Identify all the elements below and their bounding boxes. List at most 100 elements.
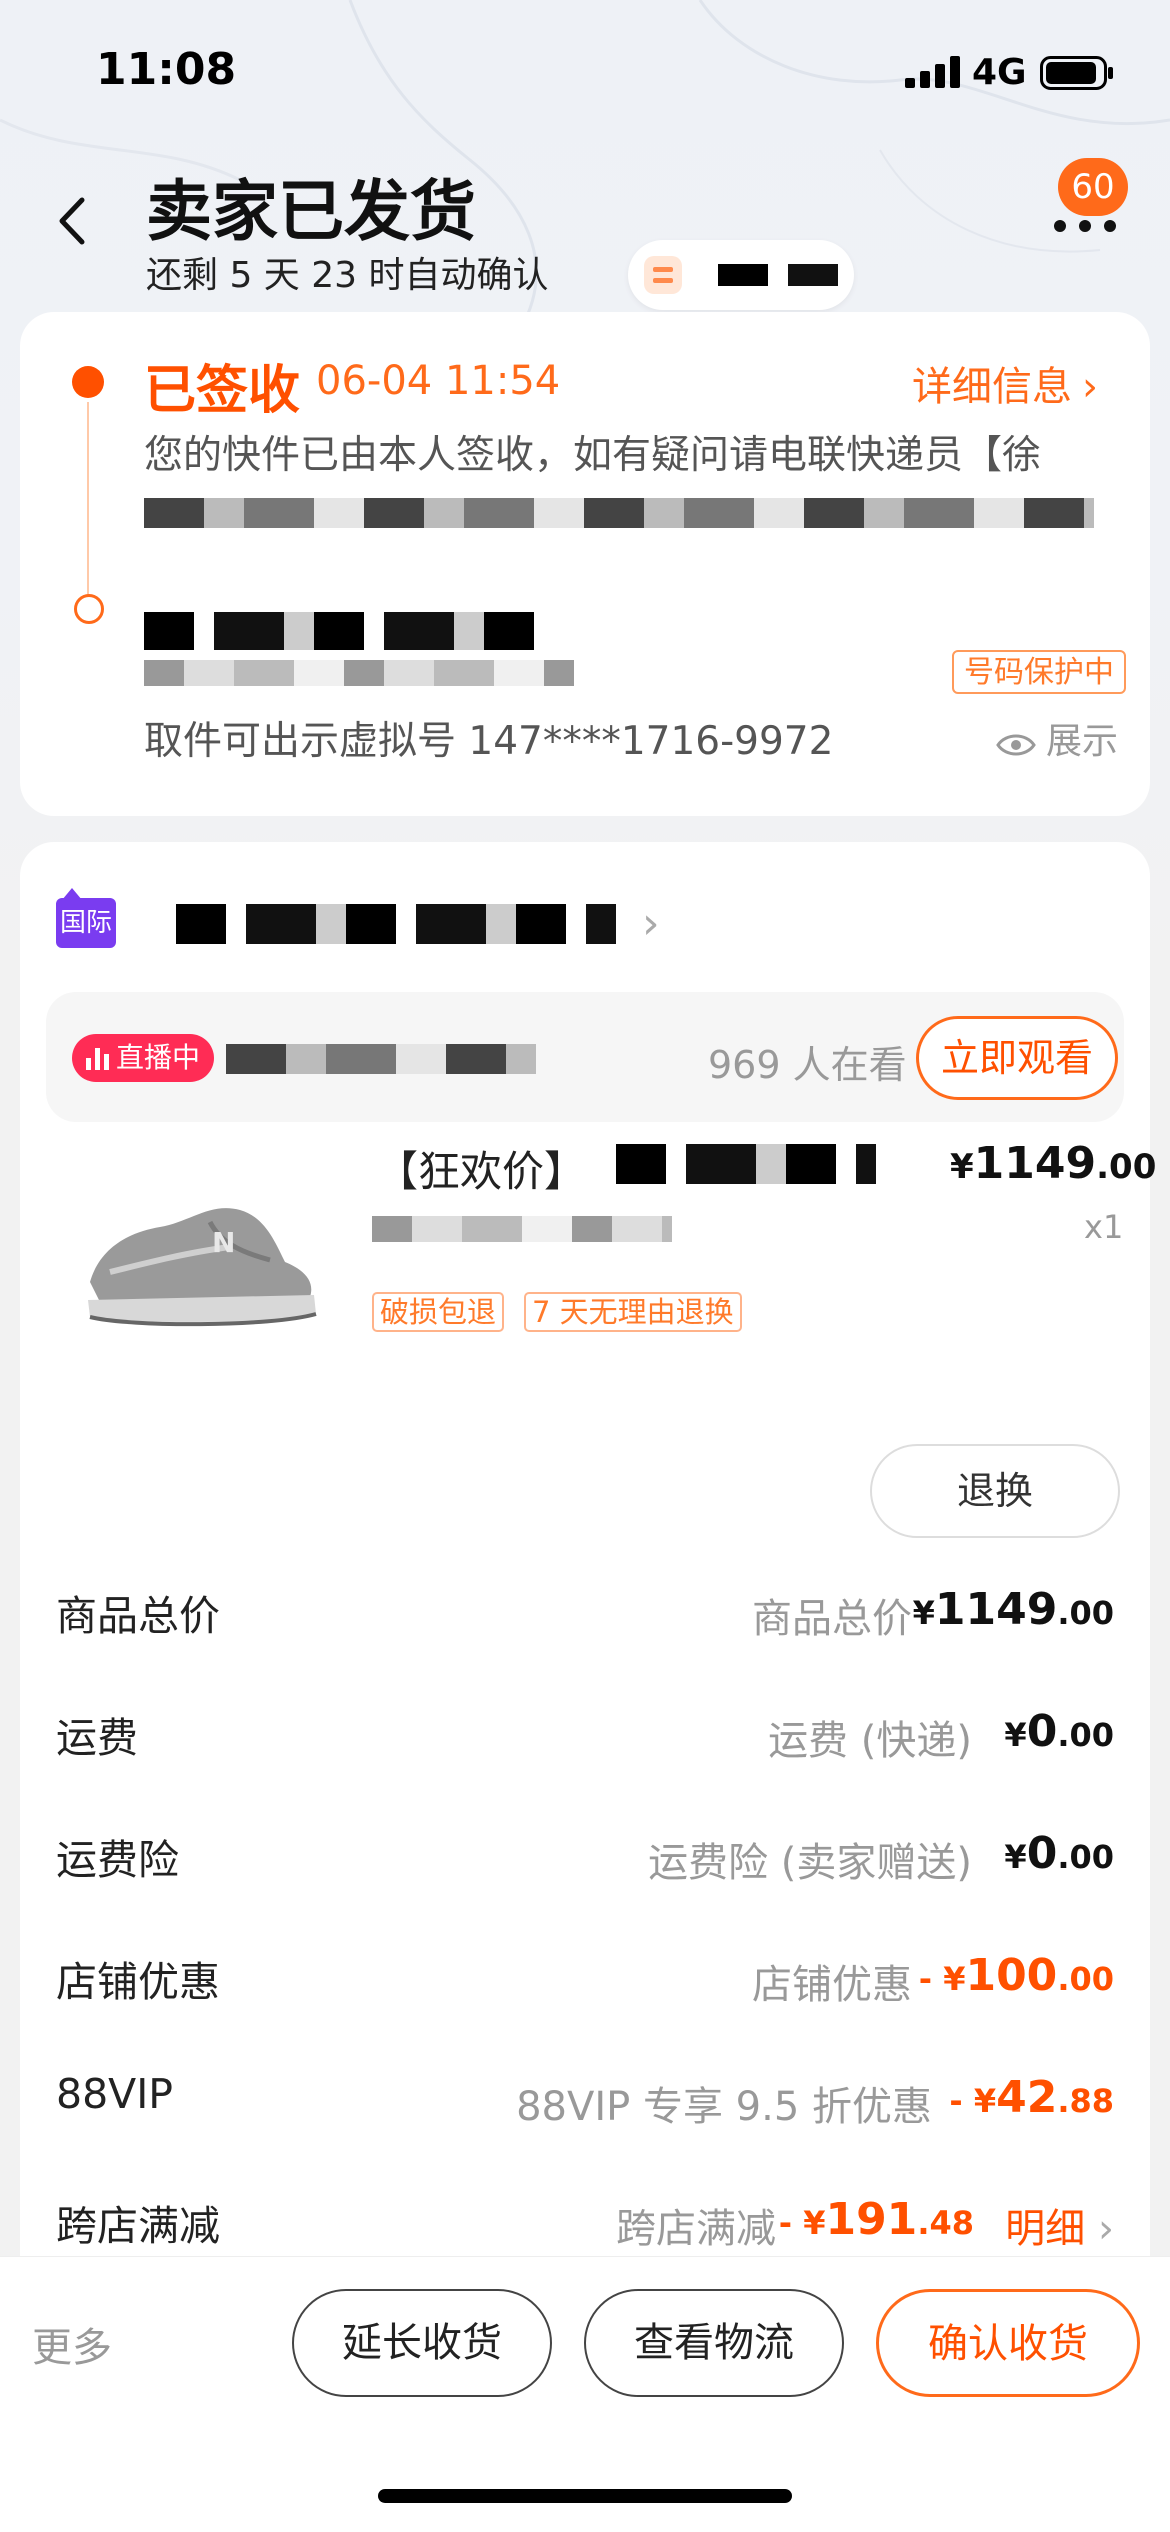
- product-price-dec: .00: [1096, 1147, 1157, 1187]
- summary-label: 跨店满减: [56, 2202, 220, 2250]
- live-stream-bar[interactable]: 直播中 969 人在看 立即观看: [46, 992, 1124, 1122]
- product-price-int: 1149: [973, 1138, 1097, 1189]
- summary-amount-dec: .00: [1057, 1838, 1114, 1876]
- back-icon[interactable]: [52, 196, 92, 246]
- summary-amount-dec: .88: [1057, 2082, 1114, 2120]
- timeline-dot-address: [74, 594, 104, 624]
- number-protection-tag: 号码保护中: [952, 650, 1126, 694]
- summary-amount-dec: .48: [917, 2204, 974, 2242]
- summary-amount-int: 42: [996, 2072, 1058, 2123]
- detail-info-link[interactable]: 详细信息 ›: [912, 354, 1098, 412]
- summary-amount: - ¥42.88: [949, 2072, 1114, 2123]
- summary-label: 88VIP: [56, 2070, 174, 2118]
- chevron-right-icon: ›: [1098, 2206, 1114, 2252]
- summary-label: 店铺优惠: [56, 1958, 220, 2006]
- logistics-chip[interactable]: [628, 240, 854, 310]
- chevron-right-icon: ›: [1082, 364, 1098, 410]
- logistics-status: 已签收: [144, 361, 301, 421]
- redacted-shop-name[interactable]: [176, 904, 616, 944]
- redacted-address: [144, 660, 574, 686]
- live-viewers: 969 人在看: [708, 1043, 907, 1087]
- timeline-line: [87, 402, 89, 602]
- shop-badge-icon: 国际: [56, 888, 116, 948]
- logistics-message: 您的快件已由本人签收，如有疑问请电联快递员【徐: [144, 433, 1042, 478]
- summary-row: 商品总价 商品总价 ¥1149.00: [20, 1582, 1150, 1672]
- eye-icon: [996, 734, 1036, 756]
- summary-row: 运费险 运费险 (卖家赠送) ¥0.00: [20, 1826, 1150, 1916]
- summary-sub: 运费险 (卖家赠送): [648, 1840, 972, 1886]
- live-tag-label: 直播中: [116, 1041, 201, 1074]
- service-tag-damage: 破损包退: [372, 1292, 505, 1332]
- home-indicator[interactable]: [378, 2489, 792, 2503]
- summary-amount-symbol: - ¥: [778, 2204, 826, 2242]
- summary-amount-int: 0: [1026, 1706, 1058, 1757]
- more-actions-button[interactable]: 更多: [32, 2315, 112, 2373]
- auto-confirm-countdown: 还剩 5 天 23 时自动确认: [146, 255, 549, 296]
- product-image[interactable]: N: [70, 1152, 330, 1352]
- summary-amount: ¥0.00: [1004, 1706, 1114, 1757]
- summary-amount: - ¥191.48: [779, 2194, 974, 2245]
- summary-amount-dec: .00: [1057, 1960, 1114, 1998]
- redacted-recipient-name: [144, 612, 544, 650]
- product-qty: x1: [1084, 1208, 1124, 1246]
- timeline-dot-current: [72, 366, 104, 398]
- show-number-button[interactable]: 展示: [996, 712, 1118, 764]
- summary-amount-symbol: - ¥: [918, 1960, 966, 1998]
- summary-row: 店铺优惠 店铺优惠 - ¥100.00: [20, 1948, 1150, 2038]
- summary-row: 运费 运费 (快递) ¥0.00: [20, 1704, 1150, 1794]
- summary-sub: 跨店满减: [616, 2206, 776, 2252]
- virtual-number-text: 取件可出示虚拟号 147****1716-9972: [144, 719, 834, 764]
- summary-sub: 商品总价: [752, 1596, 912, 1642]
- extend-receipt-button[interactable]: 延长收货: [292, 2289, 552, 2397]
- summary-amount-symbol: ¥: [1004, 1716, 1027, 1754]
- discount-detail-link[interactable]: 明细 ›: [1005, 2196, 1114, 2254]
- product-price-symbol: ¥: [950, 1147, 974, 1187]
- summary-amount-dec: .00: [1057, 1716, 1114, 1754]
- summary-sub: 店铺优惠: [752, 1962, 912, 2008]
- service-tag-return: 7 天无理由退换: [524, 1292, 742, 1332]
- redacted-product-title[interactable]: [616, 1144, 876, 1184]
- live-bars-icon: [86, 1048, 110, 1070]
- signal-icon: [905, 56, 960, 88]
- redacted-message-line: [144, 498, 1094, 528]
- live-tag: 直播中: [72, 1034, 215, 1082]
- summary-amount-int: 100: [965, 1950, 1058, 2001]
- watch-now-button[interactable]: 立即观看: [916, 1016, 1118, 1100]
- confirm-receipt-button[interactable]: 确认收货: [876, 2289, 1140, 2397]
- show-label: 展示: [1046, 721, 1119, 762]
- summary-amount-int: 191: [825, 2194, 918, 2245]
- redacted-product-sku: [372, 1216, 672, 1242]
- more-dots-icon[interactable]: [1050, 196, 1120, 236]
- summary-sub: 88VIP 专享 9.5 折优惠: [516, 2084, 932, 2130]
- discount-detail-label: 明细: [1005, 2206, 1086, 2252]
- redacted-chip-text: [718, 264, 838, 286]
- status-time: 11:08: [96, 44, 237, 95]
- summary-amount-symbol: ¥: [1004, 1838, 1027, 1876]
- svg-text:N: N: [212, 1226, 235, 1259]
- product-title-prefix[interactable]: 【狂欢价】: [376, 1138, 586, 1199]
- page-title: 卖家已发货: [146, 173, 476, 250]
- summary-label: 运费险: [56, 1836, 179, 1884]
- summary-row: 88VIP 88VIP 专享 9.5 折优惠 - ¥42.88: [20, 2070, 1150, 2160]
- summary-amount-symbol: - ¥: [949, 2082, 997, 2120]
- product-price: ¥1149.00: [950, 1138, 1156, 1189]
- return-exchange-button[interactable]: 退换: [870, 1444, 1120, 1538]
- network-label: 4G: [972, 52, 1027, 93]
- battery-icon: [1040, 56, 1113, 90]
- summary-amount: ¥0.00: [1004, 1828, 1114, 1879]
- package-icon: [644, 256, 682, 294]
- chevron-right-icon[interactable]: ›: [642, 898, 660, 949]
- logistics-card[interactable]: 已签收 06-04 11:54 详细信息 › 您的快件已由本人签收，如有疑问请电联…: [20, 312, 1150, 816]
- summary-amount-int: 0: [1026, 1828, 1058, 1879]
- bottom-action-bar: 更多 延长收货 查看物流 确认收货: [0, 2256, 1170, 2532]
- redacted-live-title: [226, 1044, 536, 1074]
- summary-label: 运费: [56, 1714, 138, 1762]
- summary-label: 商品总价: [56, 1592, 220, 1640]
- summary-amount-symbol: ¥: [912, 1594, 935, 1632]
- view-logistics-button[interactable]: 查看物流: [584, 2289, 844, 2397]
- summary-amount-int: 1149: [934, 1584, 1058, 1635]
- status-bar: 11:08 4G: [0, 0, 1170, 150]
- summary-amount: ¥1149.00: [913, 1584, 1114, 1635]
- logistics-time: 06-04 11:54: [316, 358, 561, 404]
- detail-info-label: 详细信息: [912, 364, 1072, 410]
